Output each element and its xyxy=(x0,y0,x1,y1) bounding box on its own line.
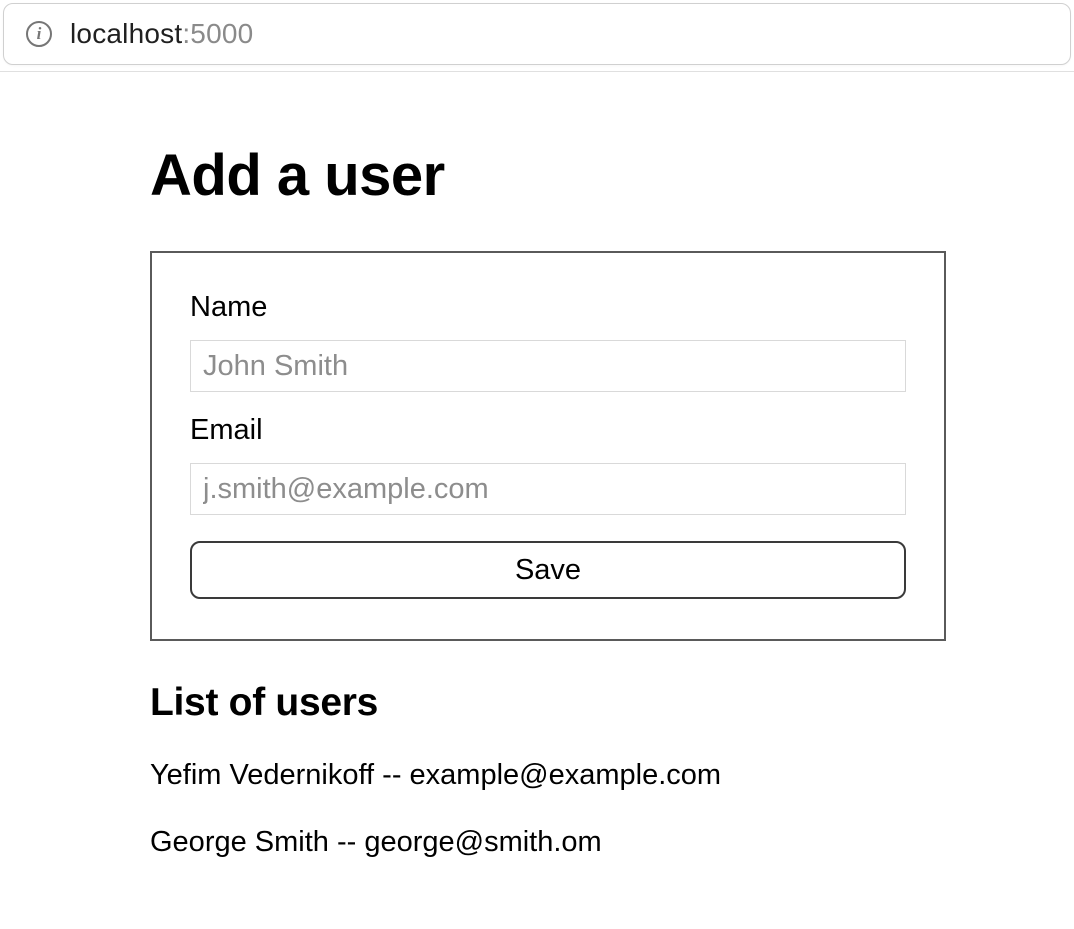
email-input[interactable] xyxy=(190,463,906,515)
user-list: Yefim Vedernikoff -- example@example.com… xyxy=(150,759,1074,859)
info-icon[interactable]: i xyxy=(26,21,52,47)
browser-address-bar[interactable]: i localhost:5000 xyxy=(3,3,1071,65)
name-input[interactable] xyxy=(190,340,906,392)
url-port: :5000 xyxy=(182,18,253,49)
url-text: localhost:5000 xyxy=(70,18,253,50)
user-list-item: Yefim Vedernikoff -- example@example.com xyxy=(150,759,1074,792)
email-label: Email xyxy=(190,414,906,447)
save-button[interactable]: Save xyxy=(190,541,906,599)
user-list-item: George Smith -- george@smith.om xyxy=(150,826,1074,859)
page-content: Add a user Name Email Save List of users… xyxy=(0,72,1074,859)
url-host: localhost xyxy=(70,18,182,49)
add-user-form: Name Email Save xyxy=(150,251,946,641)
page-title: Add a user xyxy=(150,142,1074,209)
list-heading: List of users xyxy=(150,681,1074,725)
name-label: Name xyxy=(190,291,906,324)
